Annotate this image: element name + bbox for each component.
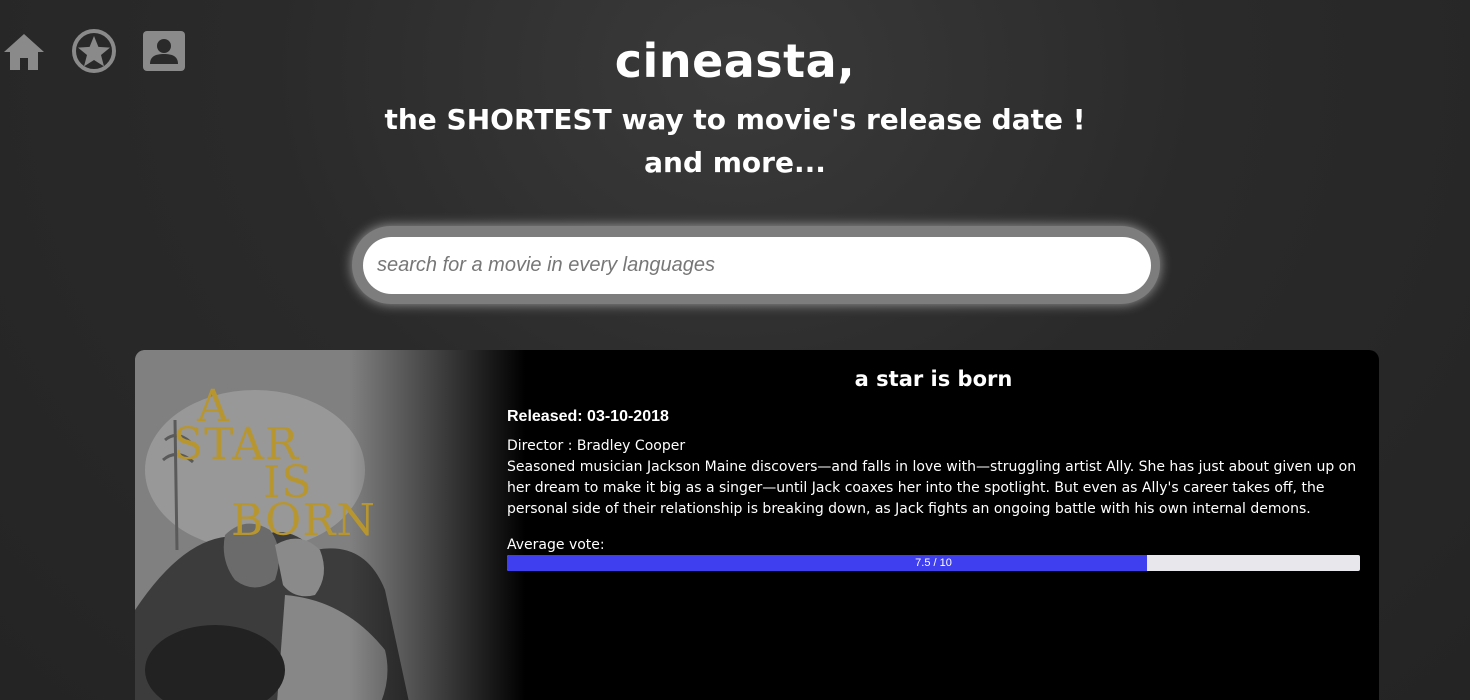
release-date: Released: 03-10-2018 xyxy=(507,408,669,425)
vote-label: Average vote: xyxy=(507,537,605,553)
movie-overview: Seasoned musician Jackson Maine discover… xyxy=(507,459,1357,517)
vote-progress-bar: 7.5 / 10 xyxy=(507,555,1360,571)
search-box xyxy=(352,226,1160,304)
vote-progress-text: 7.5 / 10 xyxy=(915,557,952,569)
poster-title: A STAR IS BORN xyxy=(173,385,376,546)
poster-text-born: BORN xyxy=(231,495,376,546)
director: Director : Bradley Cooper xyxy=(507,438,686,454)
site-title: cineasta, xyxy=(614,34,856,88)
movie-poster: A STAR IS BORN xyxy=(135,350,525,700)
search-input[interactable] xyxy=(363,237,1151,294)
movie-info: a star is born Released: 03-10-2018 Dire… xyxy=(507,350,1360,571)
movie-title: a star is born xyxy=(854,367,1013,391)
movie-card[interactable]: A STAR IS BORN a star is born Released: … xyxy=(135,350,1379,700)
page-header: cineasta, the SHORTEST way to movie's re… xyxy=(0,30,1470,184)
tagline: the SHORTEST way to movie's release date… xyxy=(384,103,1086,179)
